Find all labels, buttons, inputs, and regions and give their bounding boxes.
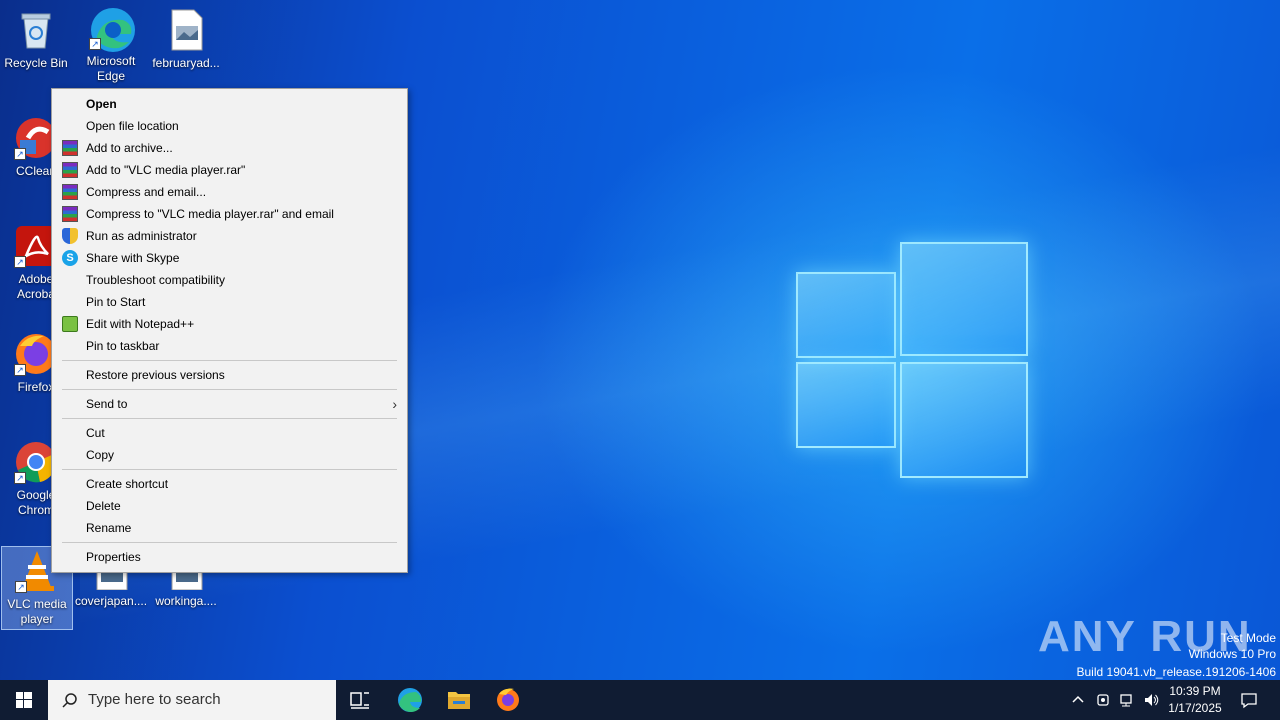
- desktop-icon-label: CClean: [15, 164, 57, 178]
- desktop-icon-microsoft-edge[interactable]: ↗ Microsoft Edge: [75, 6, 147, 84]
- menu-item-compress-to-rar-and-email[interactable]: Compress to "VLC media player.rar" and e…: [52, 203, 407, 225]
- desktop-icon-label: Firefox: [17, 380, 55, 394]
- taskbar: Type here to search 10:39 PM 1/17/2025: [0, 680, 1280, 720]
- windows-start-icon: [16, 692, 32, 708]
- network-icon[interactable]: [1119, 692, 1135, 708]
- menu-item-add-to-archive[interactable]: Add to archive...: [52, 137, 407, 159]
- clock-time: 10:39 PM: [1169, 684, 1221, 698]
- menu-item-run-as-administrator[interactable]: Run as administrator: [52, 225, 407, 247]
- shortcut-arrow-icon: ↗: [14, 364, 26, 376]
- menu-separator: [62, 418, 397, 419]
- menu-separator: [62, 469, 397, 470]
- desktop-icon-label: Microsoft Edge: [86, 54, 136, 83]
- watermark-edition: Windows 10 Pro: [1188, 647, 1276, 661]
- menu-item-rename[interactable]: Rename: [52, 517, 407, 539]
- device-icon[interactable]: [1095, 692, 1111, 708]
- firefox-icon: [497, 688, 519, 711]
- desktop-icon-recycle-bin[interactable]: Recycle Bin: [0, 8, 72, 71]
- shortcut-arrow-icon: ↗: [15, 581, 27, 593]
- menu-item-share-with-skype[interactable]: S Share with Skype: [52, 247, 407, 269]
- image-file-icon: [164, 8, 208, 52]
- menu-item-copy[interactable]: Copy: [52, 444, 407, 466]
- volume-icon[interactable]: [1143, 692, 1159, 708]
- notepad-plus-plus-icon: [62, 316, 78, 332]
- taskbar-search-box[interactable]: Type here to search: [48, 680, 336, 720]
- edge-icon: ↗: [89, 6, 135, 52]
- windows-logo-wallpaper: [796, 242, 1028, 478]
- desktop-icon-februaryad[interactable]: februaryad...: [150, 8, 222, 71]
- context-menu: Open Open file location Add to archive..…: [51, 88, 408, 573]
- start-button[interactable]: [0, 680, 48, 720]
- shortcut-arrow-icon: ↗: [14, 256, 26, 268]
- folder-icon: [448, 692, 470, 709]
- watermark-build: Build 19041.vb_release.191206-1406: [1076, 665, 1277, 679]
- task-view-button[interactable]: [336, 680, 384, 720]
- menu-item-create-shortcut[interactable]: Create shortcut: [52, 473, 407, 495]
- taskbar-file-explorer-button[interactable]: [435, 680, 483, 720]
- chevron-up-icon[interactable]: [1070, 692, 1086, 708]
- notifications-icon[interactable]: [1240, 691, 1258, 709]
- taskbar-firefox-button[interactable]: [484, 680, 532, 720]
- menu-item-troubleshoot-compatibility[interactable]: Troubleshoot compatibility: [52, 269, 407, 291]
- desktop-icon-label: Adobe Acroba: [16, 272, 56, 301]
- desktop-icon-label: Google Chrom: [16, 488, 56, 517]
- winrar-icon: [62, 162, 78, 178]
- menu-item-open-file-location[interactable]: Open file location: [52, 115, 407, 137]
- winrar-icon: [62, 184, 78, 200]
- menu-separator: [62, 389, 397, 390]
- recycle-bin-icon: [14, 8, 58, 52]
- desktop-icon-label: VLC media player: [7, 597, 67, 626]
- clock-date: 1/17/2025: [1168, 701, 1222, 715]
- winrar-icon: [62, 140, 78, 156]
- menu-item-restore-previous-versions[interactable]: Restore previous versions: [52, 364, 407, 386]
- desktop-icon-label: februaryad...: [152, 56, 220, 70]
- task-view-icon: [350, 692, 369, 709]
- menu-separator: [62, 542, 397, 543]
- menu-item-pin-to-taskbar[interactable]: Pin to taskbar: [52, 335, 407, 357]
- menu-separator: [62, 360, 397, 361]
- menu-item-compress-and-email[interactable]: Compress and email...: [52, 181, 407, 203]
- menu-item-add-to-rar[interactable]: Add to "VLC media player.rar": [52, 159, 407, 181]
- menu-item-properties[interactable]: Properties: [52, 546, 407, 568]
- shortcut-arrow-icon: ↗: [14, 472, 26, 484]
- menu-item-send-to[interactable]: Send to ›: [52, 393, 407, 415]
- watermark-test-mode: Test Mode: [1220, 631, 1276, 645]
- winrar-icon: [62, 206, 78, 222]
- shortcut-arrow-icon: ↗: [89, 38, 101, 50]
- chevron-right-icon: ›: [392, 396, 397, 412]
- menu-item-open[interactable]: Open: [52, 93, 407, 115]
- menu-item-cut[interactable]: Cut: [52, 422, 407, 444]
- taskbar-clock[interactable]: 10:39 PM 1/17/2025: [1160, 683, 1230, 717]
- search-placeholder: Type here to search: [88, 691, 221, 708]
- menu-item-edit-with-notepad-plus-plus[interactable]: Edit with Notepad++: [52, 313, 407, 335]
- desktop-icon-label: Recycle Bin: [4, 56, 68, 70]
- menu-item-delete[interactable]: Delete: [52, 495, 407, 517]
- uac-shield-icon: [62, 228, 78, 244]
- menu-item-pin-to-start[interactable]: Pin to Start: [52, 291, 407, 313]
- shortcut-arrow-icon: ↗: [14, 148, 26, 160]
- desktop-icon-label: workinga....: [155, 594, 217, 608]
- desktop-icon-label: coverjapan....: [75, 594, 148, 608]
- taskbar-edge-button[interactable]: [386, 680, 434, 720]
- search-icon: [62, 693, 77, 708]
- edge-icon: [398, 688, 422, 712]
- skype-icon: S: [62, 250, 78, 266]
